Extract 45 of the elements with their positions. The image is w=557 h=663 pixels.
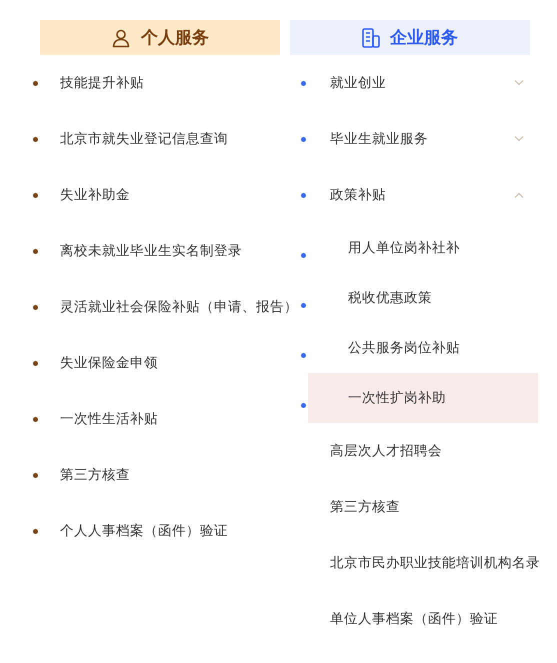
bullet-dot	[33, 248, 38, 254]
bullet-dot	[33, 192, 38, 198]
chevron-up-icon[interactable]	[514, 192, 524, 198]
service-link[interactable]: 北京市就失业登记信息查询	[60, 130, 228, 148]
header-title: 企业服务	[390, 27, 458, 49]
submenu-item[interactable]: 公共服务岗位补贴	[308, 323, 538, 373]
personal-services-header[interactable]: 个人服务	[40, 20, 280, 55]
bullet-dot	[33, 304, 38, 310]
enterprise-services-header[interactable]: 企业服务	[290, 20, 530, 55]
bullet-dot	[301, 192, 306, 198]
menu-item[interactable]: 高层次人才招聘会	[330, 442, 540, 460]
header-title: 个人服务	[141, 27, 209, 49]
service-link[interactable]: 离校未就业毕业生实名制登录	[60, 242, 242, 260]
service-link[interactable]: 失业保险金申领	[60, 354, 158, 372]
bullet-dot	[33, 360, 38, 366]
service-link[interactable]: 第三方核查	[60, 466, 130, 484]
service-link[interactable]: 个人人事档案（函件）验证	[60, 522, 228, 540]
service-link[interactable]: 灵活就业社会保险补贴（申请、报告）	[60, 298, 298, 316]
bullet-dot	[33, 136, 38, 142]
service-link[interactable]: 失业补助金	[60, 186, 130, 204]
service-link[interactable]: 技能提升补贴	[60, 74, 144, 92]
submenu-item[interactable]: 一次性扩岗补助	[308, 373, 538, 423]
submenu-item[interactable]: 税收优惠政策	[308, 273, 538, 323]
bullet-dot	[33, 472, 38, 478]
bullet-dot	[301, 352, 306, 358]
menu-item[interactable]: 第三方核查	[330, 498, 540, 516]
menu-item[interactable]: 单位人事档案（函件）验证	[330, 610, 540, 628]
bullet-dot	[301, 302, 306, 308]
building-icon	[362, 28, 380, 48]
chevron-down-icon[interactable]	[514, 136, 524, 142]
bullet-dot	[33, 528, 38, 534]
person-icon	[111, 28, 131, 48]
menu-item[interactable]: 毕业生就业服务	[330, 130, 514, 148]
bullet-dot	[33, 416, 38, 422]
bullet-dot	[301, 252, 306, 258]
bullet-dot	[301, 136, 306, 142]
bullet-dot	[301, 402, 306, 408]
bullet-dot	[33, 80, 38, 86]
chevron-down-icon[interactable]	[514, 80, 524, 86]
service-link[interactable]: 一次性生活补贴	[60, 410, 158, 428]
menu-item[interactable]: 政策补贴	[330, 186, 514, 204]
submenu-item[interactable]: 用人单位岗补社补	[308, 223, 538, 273]
menu-item[interactable]: 北京市民办职业技能培训机构名录	[330, 554, 540, 572]
menu-item[interactable]: 就业创业	[330, 74, 514, 92]
bullet-dot	[301, 80, 306, 86]
